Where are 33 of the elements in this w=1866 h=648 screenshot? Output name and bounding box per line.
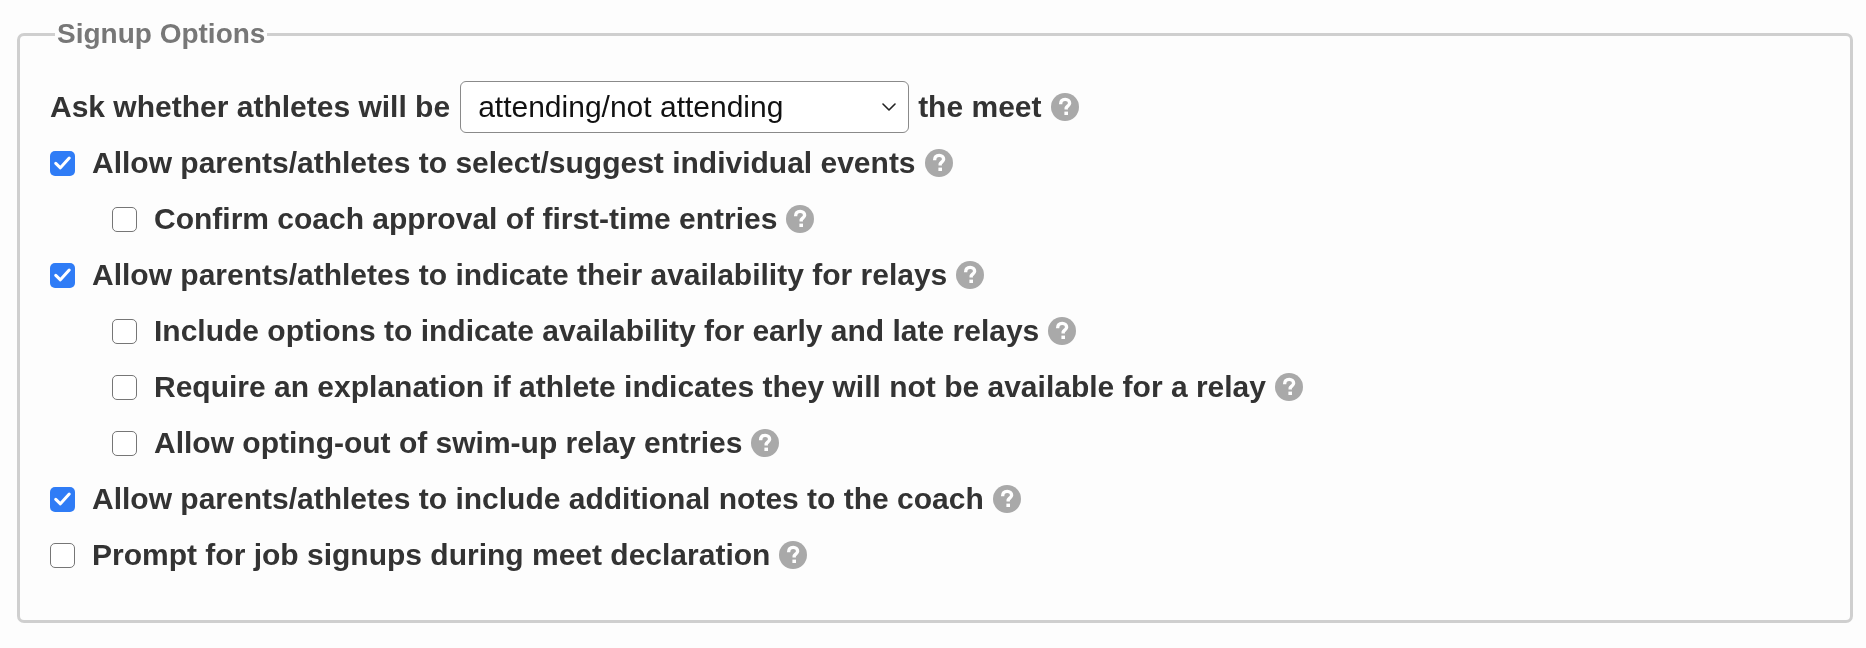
checkbox[interactable] xyxy=(112,318,137,344)
help-icon[interactable] xyxy=(956,261,985,289)
checkmark-icon xyxy=(54,156,71,170)
checkbox[interactable] xyxy=(50,542,75,568)
question-label: Ask whether athletes will be xyxy=(50,90,451,124)
help-icon[interactable] xyxy=(786,205,815,233)
checkbox[interactable] xyxy=(112,374,137,400)
help-icon[interactable] xyxy=(924,149,953,177)
help-icon[interactable] xyxy=(1050,93,1079,121)
question-suffix: the meet xyxy=(918,90,1042,124)
help-icon[interactable] xyxy=(751,429,780,457)
option-label: Allow parents/athletes to indicate their availability for relays xyxy=(92,258,948,292)
checkbox[interactable] xyxy=(112,430,137,456)
help-icon[interactable] xyxy=(1048,317,1077,345)
checkmark-icon xyxy=(54,268,71,282)
attendance-dropdown[interactable]: attending/not attending xyxy=(460,81,910,133)
chevron-down-icon xyxy=(882,103,897,111)
option-label: Confirm coach approval of first-time entries xyxy=(154,202,778,236)
option-label: Prompt for job signups during meet declaration xyxy=(92,538,771,572)
help-icon[interactable] xyxy=(779,541,808,569)
option-label: Allow parents/athletes to select/suggest individual events xyxy=(92,146,916,180)
checkbox[interactable] xyxy=(50,150,75,176)
checkmark-icon xyxy=(54,492,71,506)
checkbox[interactable] xyxy=(50,262,75,288)
help-icon[interactable] xyxy=(1275,373,1303,401)
checkbox[interactable] xyxy=(112,206,137,232)
section-title: Signup Options xyxy=(56,19,267,49)
option-label: Include options to indicate availability for early and late relays xyxy=(154,314,1040,348)
checkbox[interactable] xyxy=(50,486,75,512)
option-label: Allow opting-out of swim-up relay entries xyxy=(154,426,743,460)
option-label: Allow parents/athletes to include additional notes to the coach xyxy=(92,482,984,516)
option-label: Require an explanation if athlete indicates they will not be available for a relay xyxy=(154,370,1266,404)
help-icon[interactable] xyxy=(992,485,1021,513)
